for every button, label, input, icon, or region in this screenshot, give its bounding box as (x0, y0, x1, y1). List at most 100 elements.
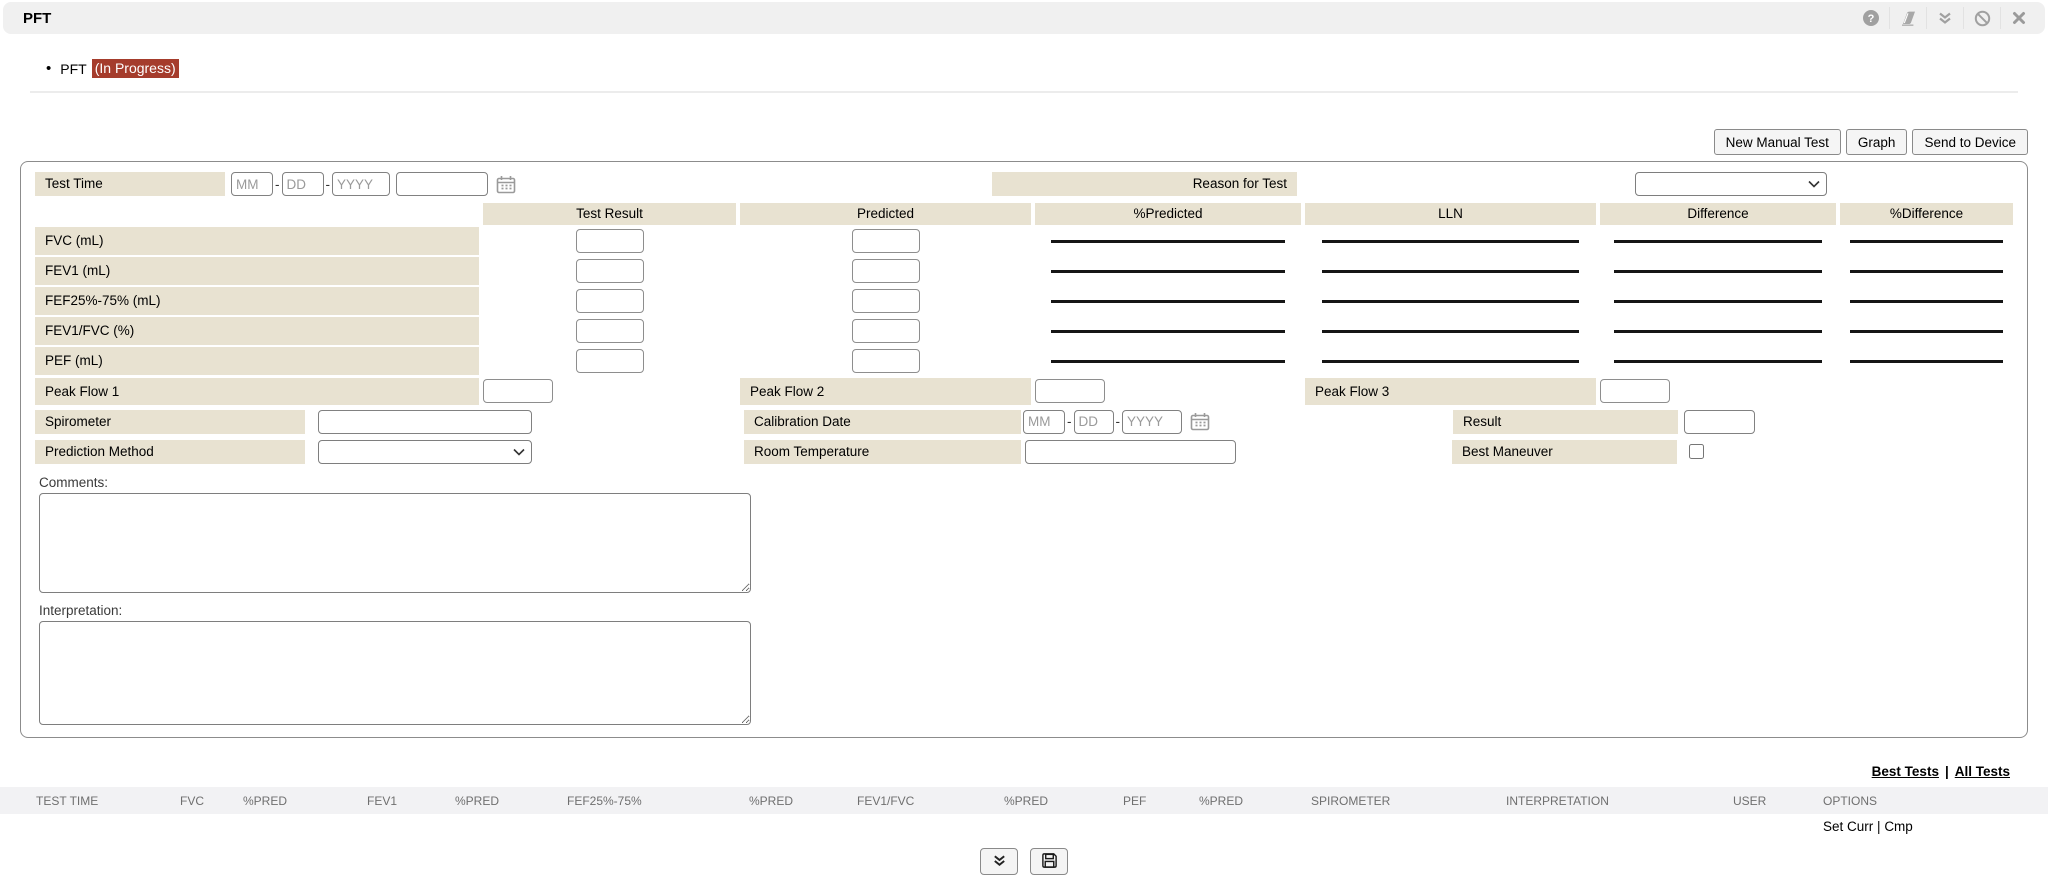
best-tests-link[interactable]: Best Tests (1872, 764, 1939, 779)
options-separator: | (1877, 819, 1881, 834)
result-input[interactable] (1684, 410, 1755, 434)
fef-lln-line (1322, 300, 1578, 303)
test-time-month-input[interactable] (231, 172, 273, 196)
interpretation-textarea[interactable] (39, 621, 751, 725)
fev1fvc-test-result-input[interactable] (576, 319, 644, 343)
calibration-month-input[interactable] (1023, 410, 1065, 434)
result-label: Result (1453, 410, 1678, 434)
row-label-fef: FEF25%-75% (mL) (35, 287, 479, 315)
pef-percent-difference-line (1850, 360, 2002, 363)
room-temperature-input[interactable] (1025, 440, 1236, 464)
fvc-percent-predicted-line (1051, 240, 1285, 243)
date-separator: - (1116, 414, 1121, 429)
spirometer-row: Spirometer Calibration Date - - Result (35, 408, 2013, 435)
peak-flow-2-label: Peak Flow 2 (740, 378, 1031, 405)
column-header: Difference (1600, 203, 1836, 225)
send-to-device-button[interactable]: Send to Device (1912, 129, 2028, 155)
col-header-pef: PEF (1123, 794, 1146, 808)
page-title: PFT (23, 10, 51, 27)
close-icon[interactable] (2000, 7, 2037, 29)
col-header-pred-5: %PRED (1199, 794, 1243, 808)
fef-predicted-input[interactable] (852, 289, 920, 313)
expand-button[interactable] (980, 848, 1018, 875)
graph-button[interactable]: Graph (1846, 129, 1908, 155)
prediction-method-row: Prediction Method Room Temperature Best … (35, 438, 2013, 465)
col-header-user: USER (1733, 794, 1766, 808)
fvc-predicted-input[interactable] (852, 229, 920, 253)
reason-for-test-select[interactable] (1635, 172, 1827, 196)
col-header-pred-4: %PRED (1004, 794, 1048, 808)
spirometer-input[interactable] (318, 410, 532, 434)
row-label-pef: PEF (mL) (35, 347, 479, 375)
peak-flow-1-input[interactable] (483, 379, 553, 403)
fef-test-result-input[interactable] (576, 289, 644, 313)
peak-flow-3-input[interactable] (1600, 379, 1670, 403)
best-maneuver-checkbox[interactable] (1689, 444, 1704, 459)
test-time-time-input[interactable] (396, 172, 488, 196)
calibration-year-input[interactable] (1122, 410, 1182, 434)
fvc-lln-line (1322, 240, 1578, 243)
fev1-lln-line (1322, 270, 1578, 273)
col-header-spirometer: SPIROMETER (1311, 794, 1390, 808)
double-chevron-down-icon[interactable] (1926, 7, 1963, 29)
interpretation-label: Interpretation: (39, 603, 2013, 618)
bullet-icon: • (46, 60, 51, 77)
save-button[interactable] (1030, 848, 1068, 875)
fvc-test-result-input[interactable] (576, 229, 644, 253)
block-icon[interactable] (1963, 7, 2000, 29)
pef-predicted-input[interactable] (852, 349, 920, 373)
test-time-day-input[interactable] (282, 172, 324, 196)
action-buttons-row: New Manual Test Graph Send to Device (20, 129, 2028, 155)
fev1-predicted-input[interactable] (852, 259, 920, 283)
pft-item-label: PFT (60, 61, 86, 77)
pef-difference-line (1614, 360, 1822, 363)
column-header: %Predicted (1035, 203, 1301, 225)
pef-percent-predicted-line (1051, 360, 1285, 363)
tests-filter-links: Best Tests | All Tests (0, 764, 2010, 779)
peak-flow-2-input[interactable] (1035, 379, 1105, 403)
comments-label: Comments: (39, 475, 2013, 490)
calendar-icon[interactable] (496, 175, 516, 194)
measurement-table: Test Result Predicted %Predicted LLN Dif… (35, 203, 2013, 405)
fev1-test-result-input[interactable] (576, 259, 644, 283)
all-tests-link[interactable]: All Tests (1955, 764, 2010, 779)
calendar-icon[interactable] (1190, 412, 1210, 431)
save-icon (1041, 852, 1058, 872)
divider (30, 91, 2018, 93)
reason-for-test-label: Reason for Test (992, 172, 1297, 196)
set-curr-link[interactable]: Set Curr (1823, 819, 1873, 834)
help-icon[interactable]: ? (1852, 7, 1889, 29)
peak-flow-1-label: Peak Flow 1 (35, 378, 479, 405)
fev1-percent-difference-line (1850, 270, 2002, 273)
row-label-fev1: FEV1 (mL) (35, 257, 479, 285)
date-separator: - (1067, 414, 1072, 429)
calibration-day-input[interactable] (1074, 410, 1114, 434)
col-header-fev1-fvc: FEV1/FVC (857, 794, 914, 808)
window-titlebar: PFT ? (3, 2, 2045, 34)
col-header-interpretation: INTERPRETATION (1506, 794, 1609, 808)
column-header: Test Result (483, 203, 736, 225)
col-header-fev1: FEV1 (367, 794, 397, 808)
options-cell: Set Curr | Cmp (1823, 819, 1913, 834)
fef-percent-difference-line (1850, 300, 2002, 303)
test-time-year-input[interactable] (332, 172, 390, 196)
prediction-method-select[interactable] (318, 440, 532, 464)
cmp-link[interactable]: Cmp (1884, 819, 1913, 834)
date-separator: - (326, 177, 331, 192)
svg-text:?: ? (1867, 13, 1874, 25)
test-time-label: Test Time (35, 172, 225, 196)
fef-difference-line (1614, 300, 1822, 303)
column-header: Predicted (740, 203, 1031, 225)
book-icon[interactable] (1889, 7, 1926, 29)
pef-test-result-input[interactable] (576, 349, 644, 373)
titlebar-icons: ? (1852, 2, 2037, 34)
best-maneuver-label: Best Maneuver (1452, 440, 1677, 464)
peak-flow-3-label: Peak Flow 3 (1305, 378, 1596, 405)
new-manual-test-button[interactable]: New Manual Test (1714, 129, 1841, 155)
pft-status-item: • PFT (In Progress) (46, 59, 2048, 78)
pef-lln-line (1322, 360, 1578, 363)
fev1fvc-predicted-input[interactable] (852, 319, 920, 343)
comments-textarea[interactable] (39, 493, 751, 593)
tests-table-header: TEST TIME FVC %PRED FEV1 %PRED FEF25%-75… (0, 787, 2048, 814)
calibration-date-label: Calibration Date (744, 410, 1021, 434)
